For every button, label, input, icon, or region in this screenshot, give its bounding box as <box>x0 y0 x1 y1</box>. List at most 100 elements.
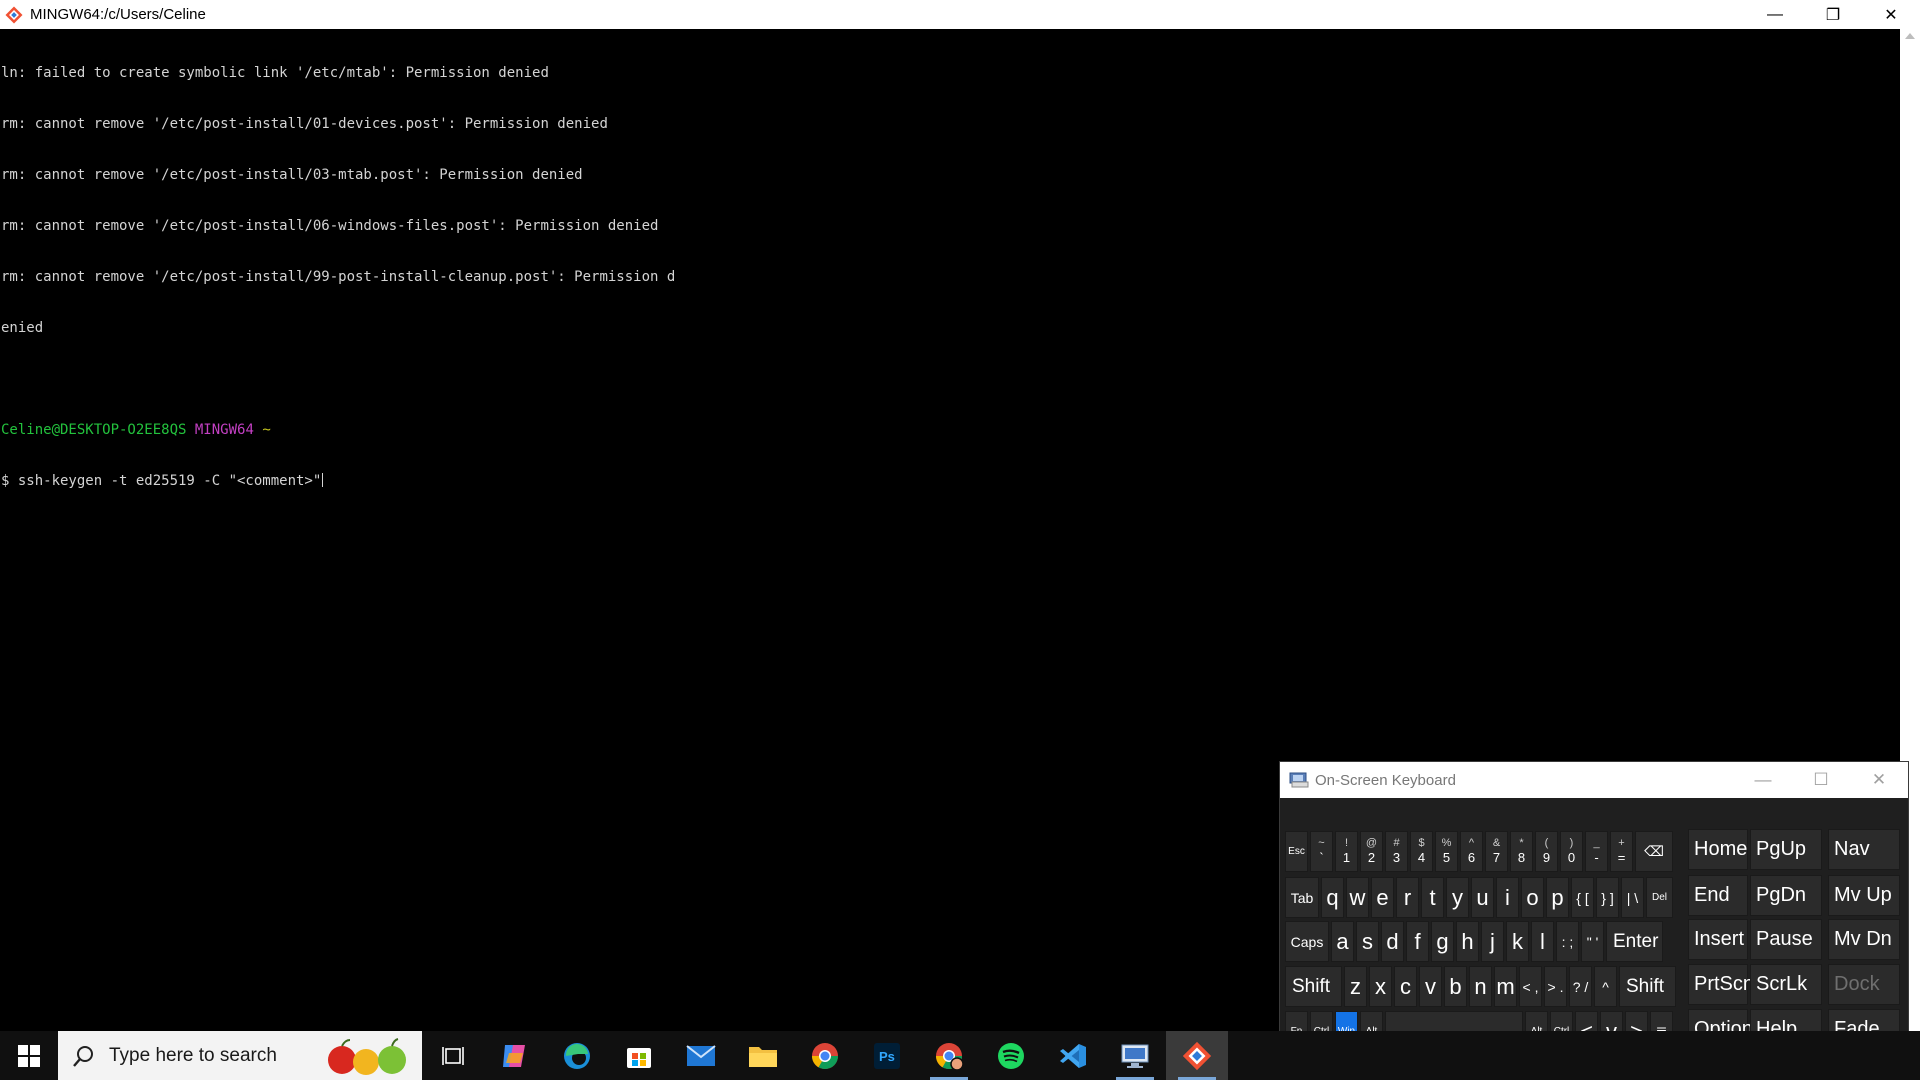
key-row3-12[interactable]: Enter <box>1606 921 1663 962</box>
key-row4-6[interactable]: n <box>1469 966 1492 1007</box>
key-row1-8[interactable]: & 7 <box>1485 831 1508 872</box>
taskbar-git-bash[interactable] <box>1166 1031 1228 1080</box>
key-nav-0-2[interactable]: Nav <box>1828 829 1900 870</box>
key-row3-7[interactable]: j <box>1481 921 1504 962</box>
key-nav-0-0[interactable]: Home <box>1688 829 1748 870</box>
key-row1-4[interactable]: #3 <box>1385 831 1408 872</box>
key-row3-6[interactable]: h <box>1456 921 1479 962</box>
taskbar-chrome-profile[interactable] <box>918 1031 980 1080</box>
key-row4-0[interactable]: Shift <box>1285 966 1342 1007</box>
key-row4-5[interactable]: b <box>1444 966 1467 1007</box>
restore-button[interactable]: ❐ <box>1804 0 1862 29</box>
key-row1-10[interactable]: (9 <box>1535 831 1558 872</box>
key-row2-8[interactable]: i <box>1496 877 1519 918</box>
key-row4-4[interactable]: v <box>1419 966 1442 1007</box>
taskbar-photoshop[interactable]: Ps <box>856 1031 918 1080</box>
key-row4-10[interactable]: ? / <box>1569 966 1592 1007</box>
key-row1-12[interactable]: _ - <box>1585 831 1608 872</box>
osk-maximize-button[interactable]: ☐ <box>1792 762 1850 798</box>
key-shift-glyph: ) <box>1569 837 1574 849</box>
key-row1-13[interactable]: + = <box>1610 831 1633 872</box>
task-view-button[interactable] <box>422 1031 484 1080</box>
key-row3-10[interactable]: : ; <box>1556 921 1579 962</box>
taskbar-copilot[interactable] <box>484 1031 546 1080</box>
key-nav-1-0[interactable]: End <box>1688 875 1748 916</box>
key-row1-0[interactable]: Esc <box>1285 831 1308 872</box>
key-nav-2-1[interactable]: Pause <box>1750 919 1822 960</box>
key-nav-1-1[interactable]: PgDn <box>1750 875 1822 916</box>
key-row2-3[interactable]: e <box>1371 877 1394 918</box>
key-row2-11[interactable]: { [ <box>1571 877 1594 918</box>
key-row3-3[interactable]: d <box>1381 921 1404 962</box>
close-button[interactable]: ✕ <box>1862 0 1920 29</box>
key-row3-4[interactable]: f <box>1406 921 1429 962</box>
taskbar-vscode[interactable] <box>1042 1031 1104 1080</box>
key-row2-2[interactable]: w <box>1346 877 1369 918</box>
key-row4-12[interactable]: Shift <box>1619 966 1676 1007</box>
key-row1-14[interactable]: ⌫ <box>1635 831 1673 872</box>
key-row4-3[interactable]: c <box>1394 966 1417 1007</box>
key-row1-5[interactable]: $4 <box>1410 831 1433 872</box>
key-row4-8[interactable]: < , <box>1519 966 1542 1007</box>
windows-logo-icon <box>18 1044 40 1067</box>
scroll-up-arrow-icon[interactable] <box>1905 33 1915 39</box>
command-line[interactable]: $ ssh-keygen -t ed25519 -C "<comment>" <box>1 473 1900 490</box>
key-row1-11[interactable]: ) 0 <box>1560 831 1583 872</box>
key-row1-7[interactable]: ^ 6 <box>1460 831 1483 872</box>
key-row4-11[interactable]: ^ <box>1594 966 1617 1007</box>
key-row2-6[interactable]: y <box>1446 877 1469 918</box>
key-nav-0-1[interactable]: PgUp <box>1750 829 1822 870</box>
key-shift-glyph: & <box>1492 837 1501 849</box>
taskbar-search-box[interactable]: Type here to search <box>58 1031 422 1080</box>
key-row1-3[interactable]: @2 <box>1360 831 1383 872</box>
key-row2-13[interactable]: | \ <box>1621 877 1644 918</box>
key-row3-11[interactable]: " ' <box>1581 921 1604 962</box>
osk-close-button[interactable]: ✕ <box>1850 762 1908 798</box>
osk-minimize-button[interactable]: — <box>1734 762 1792 798</box>
key-row3-0[interactable]: Caps <box>1285 921 1329 962</box>
taskbar-mail[interactable] <box>670 1031 732 1080</box>
key-row2-1[interactable]: q <box>1321 877 1344 918</box>
key-row1-6[interactable]: % 5 <box>1435 831 1458 872</box>
key-row2-10[interactable]: p <box>1546 877 1569 918</box>
taskbar-file-explorer[interactable] <box>732 1031 794 1080</box>
key-row1-2[interactable]: ! 1 <box>1335 831 1358 872</box>
key-row2-9[interactable]: o <box>1521 877 1544 918</box>
key-glyph: 8 <box>1517 850 1526 865</box>
key-row3-5[interactable]: g <box>1431 921 1454 962</box>
key-nav-2-2[interactable]: Mv Dn <box>1828 919 1900 960</box>
start-button[interactable] <box>0 1031 58 1080</box>
key-nav-1-2[interactable]: Mv Up <box>1828 875 1900 916</box>
taskbar-store[interactable] <box>608 1031 670 1080</box>
osk-window-controls: — ☐ ✕ <box>1734 762 1908 798</box>
store-icon <box>627 1047 651 1068</box>
key-row1-1[interactable]: ~ ` <box>1310 831 1333 872</box>
key-row2-5[interactable]: t <box>1421 877 1444 918</box>
taskbar-spotify[interactable] <box>980 1031 1042 1080</box>
key-row3-1[interactable]: a <box>1331 921 1354 962</box>
minimize-button[interactable]: — <box>1746 0 1804 29</box>
key-nav-3-2[interactable]: Dock <box>1828 964 1900 1005</box>
key-nav-2-0[interactable]: Insert <box>1688 919 1748 960</box>
key-glyph: 1 <box>1342 850 1351 865</box>
key-row3-8[interactable]: k <box>1506 921 1529 962</box>
key-nav-3-0[interactable]: PrtScn <box>1688 964 1754 1005</box>
key-row2-4[interactable]: r <box>1396 877 1419 918</box>
key-row4-1[interactable]: z <box>1344 966 1367 1007</box>
key-row4-7[interactable]: m <box>1494 966 1517 1007</box>
taskbar-edge[interactable] <box>546 1031 608 1080</box>
key-glyph: 4 <box>1417 850 1426 865</box>
key-row3-2[interactable]: s <box>1356 921 1379 962</box>
key-nav-3-1[interactable]: ScrLk <box>1750 964 1822 1005</box>
key-row2-0[interactable]: Tab <box>1285 877 1319 918</box>
key-row2-14[interactable]: Del <box>1646 877 1673 918</box>
key-row3-9[interactable]: l <box>1531 921 1554 962</box>
key-row2-12[interactable]: } ] <box>1596 877 1619 918</box>
key-row4-2[interactable]: x <box>1369 966 1392 1007</box>
taskbar-remote-desktop[interactable] <box>1104 1031 1166 1080</box>
taskbar-chrome[interactable] <box>794 1031 856 1080</box>
key-row2-7[interactable]: u <box>1471 877 1494 918</box>
key-shift-glyph: + <box>1618 837 1625 849</box>
key-row1-9[interactable]: * 8 <box>1510 831 1533 872</box>
key-row4-9[interactable]: > . <box>1544 966 1567 1007</box>
